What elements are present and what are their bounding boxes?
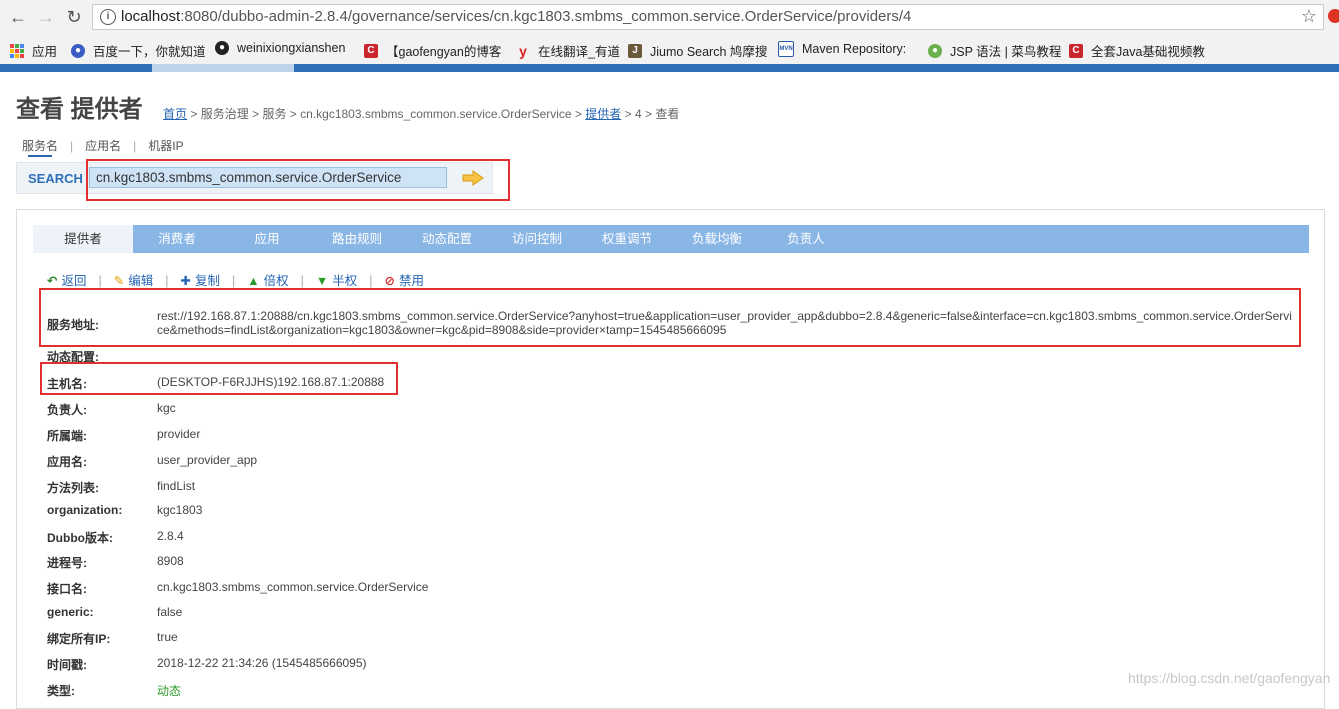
address-bar[interactable]: i localhost:8080/dubbo-admin-2.8.4/gover… bbox=[92, 4, 1324, 30]
search-type-tabs: 服务名 | 应用名 | 机器IP bbox=[22, 137, 184, 154]
breadcrumb-home[interactable]: 首页 bbox=[163, 107, 187, 121]
reload-icon[interactable]: ↻ bbox=[62, 5, 86, 29]
youdao-icon: y bbox=[519, 42, 527, 59]
copy-icon: ✚ bbox=[180, 274, 191, 288]
edit-icon: ✎ bbox=[113, 274, 125, 288]
search-tab-service[interactable]: 服务名 bbox=[22, 137, 58, 154]
tab-loadbalance[interactable]: 负载均衡 bbox=[673, 225, 761, 253]
disable-icon: ⊘ bbox=[384, 274, 396, 288]
organization-value: kgc1803 bbox=[157, 503, 203, 517]
side-value: provider bbox=[157, 427, 201, 441]
application-label: 应用名: bbox=[47, 455, 87, 469]
breadcrumb-service-name: cn.kgc1803.smbms_common.service.OrderSer… bbox=[300, 107, 572, 121]
forward-arrow-icon[interactable]: → bbox=[34, 5, 58, 29]
github-icon: ● bbox=[215, 41, 229, 55]
double-weight-icon: ▲ bbox=[247, 274, 260, 288]
back-arrow-icon[interactable]: ← bbox=[6, 5, 30, 29]
csdn-icon: C bbox=[364, 43, 378, 58]
generic-value: false bbox=[157, 605, 183, 619]
disable-button[interactable]: ⊘ 禁用 bbox=[385, 270, 425, 289]
page-title: 查看 提供者 bbox=[16, 96, 143, 123]
tab-bar: 提供者 消费者 应用 路由规则 动态配置 访问控制 权重调节 负载均衡 负责人 bbox=[33, 225, 1309, 253]
search-tab-application[interactable]: 应用名 bbox=[85, 137, 121, 154]
highlight-box-address bbox=[39, 288, 1301, 347]
bookmark-apps[interactable]: 应用 bbox=[10, 41, 57, 60]
dubbo-version-value: 2.8.4 bbox=[157, 529, 184, 543]
csdn-icon: C bbox=[1069, 43, 1083, 58]
breadcrumb-view: 查看 bbox=[655, 107, 680, 121]
application-value: user_provider_app bbox=[157, 453, 258, 467]
bookmark-java-videos[interactable]: C 全套Java基础视频教 bbox=[1069, 41, 1205, 60]
apps-icon bbox=[10, 43, 24, 58]
edit-button[interactable]: ✎ 编辑 bbox=[114, 270, 154, 289]
type-value: 动态 bbox=[157, 684, 182, 698]
tab-owners[interactable]: 负责人 bbox=[761, 225, 851, 253]
owner-label: 负责人: bbox=[47, 403, 87, 417]
tab-weights[interactable]: 权重调节 bbox=[581, 225, 673, 253]
tab-access[interactable]: 访问控制 bbox=[493, 225, 581, 253]
tab-divider: | bbox=[133, 139, 137, 153]
active-search-tab-indicator bbox=[28, 155, 52, 157]
url-text: localhost:8080/dubbo-admin-2.8.4/governa… bbox=[121, 8, 912, 25]
bookmark-maven[interactable]: MVN Maven Repository: bbox=[778, 41, 906, 57]
anyhost-label: 绑定所有IP: bbox=[47, 632, 111, 646]
tab-divider: | bbox=[70, 139, 74, 153]
tab-providers[interactable]: 提供者 bbox=[33, 225, 133, 253]
highlight-box-search bbox=[86, 159, 510, 201]
bookmark-baidu[interactable]: ● 百度一下，你就知道 bbox=[71, 41, 206, 60]
top-nav-active-tab[interactable] bbox=[152, 64, 294, 72]
bookmark-youdao[interactable]: y 在线翻译_有道 bbox=[516, 41, 620, 60]
methods-value: findList bbox=[157, 479, 196, 493]
breadcrumb-services: 服务 bbox=[262, 107, 287, 121]
tab-overrides[interactable]: 动态配置 bbox=[401, 225, 493, 253]
bookmark-star-icon[interactable]: ☆ bbox=[1301, 6, 1317, 27]
breadcrumb-id: 4 bbox=[635, 107, 642, 121]
search-label: SEARCH bbox=[28, 171, 83, 186]
bookmarks-bar: 应用 ● 百度一下，你就知道 ● weinixiongxianshen C 【gaof… bbox=[0, 34, 1339, 64]
bookmark-runoob[interactable]: ● JSP 语法 | 菜鸟教程 bbox=[928, 41, 1061, 60]
copy-button[interactable]: ✚ 复制 bbox=[181, 270, 221, 289]
runoob-icon: ● bbox=[928, 43, 942, 58]
breadcrumb-governance: 服务治理 bbox=[200, 107, 249, 121]
timestamp-value: 2018-12-22 21:34:26 (1545485666095) bbox=[157, 656, 367, 670]
methods-label: 方法列表: bbox=[47, 481, 99, 495]
tab-applications[interactable]: 应用 bbox=[221, 225, 313, 253]
maven-icon: MVN bbox=[778, 41, 794, 57]
bookmark-csdn-blog[interactable]: C 【gaofengyan的博客 bbox=[364, 41, 501, 60]
baidu-icon: ● bbox=[71, 43, 85, 58]
highlight-box-host bbox=[40, 362, 398, 395]
interface-label: 接口名: bbox=[47, 582, 87, 596]
watermark: https://blog.csdn.net/gaofengyan bbox=[1128, 670, 1331, 686]
bookmark-jiumo[interactable]: J Jiumo Search 鸠摩搜 bbox=[628, 41, 767, 60]
pid-label: 进程号: bbox=[47, 556, 87, 570]
search-tab-ip[interactable]: 机器IP bbox=[148, 137, 183, 154]
back-icon: ↶ bbox=[47, 274, 58, 288]
generic-label: generic: bbox=[47, 605, 94, 619]
half-weight-icon: ▼ bbox=[315, 274, 329, 288]
interface-value: cn.kgc1803.smbms_common.service.OrderSer… bbox=[157, 580, 429, 594]
jiumo-icon: J bbox=[628, 43, 642, 58]
pid-value: 8908 bbox=[157, 554, 184, 568]
organization-label: organization: bbox=[47, 503, 123, 517]
back-button[interactable]: ↶ 返回 bbox=[47, 270, 87, 289]
double-weight-button[interactable]: ▲ 倍权 bbox=[247, 270, 288, 289]
breadcrumb: 首页 > 服务治理 > 服务 > cn.kgc1803.smbms_common… bbox=[163, 107, 680, 121]
info-icon[interactable]: i bbox=[100, 9, 116, 25]
tab-routes[interactable]: 路由规则 bbox=[313, 225, 401, 253]
timestamp-label: 时间戳: bbox=[47, 658, 87, 672]
breadcrumb-providers[interactable]: 提供者 bbox=[585, 107, 621, 121]
anyhost-value: true bbox=[157, 630, 178, 644]
action-toolbar: ↶ 返回 | ✎ 编辑 | ✚ 复制 | ▲ 倍权 | ▼ 半权 | ⊘ 禁用 bbox=[47, 270, 424, 289]
half-weight-button[interactable]: ▼ 半权 bbox=[316, 270, 357, 289]
top-nav-stripe bbox=[0, 64, 1339, 72]
dubbo-version-label: Dubbo版本: bbox=[47, 531, 113, 545]
tab-consumers[interactable]: 消费者 bbox=[133, 225, 221, 253]
browser-toolbar: ← → ↻ i localhost:8080/dubbo-admin-2.8.4… bbox=[0, 0, 1339, 34]
owner-value: kgc bbox=[157, 401, 176, 415]
extension-icon[interactable] bbox=[1328, 9, 1339, 23]
type-label: 类型: bbox=[47, 684, 75, 698]
side-label: 所属端: bbox=[47, 429, 87, 443]
bookmark-github[interactable]: ● weinixiongxianshen bbox=[215, 41, 345, 55]
